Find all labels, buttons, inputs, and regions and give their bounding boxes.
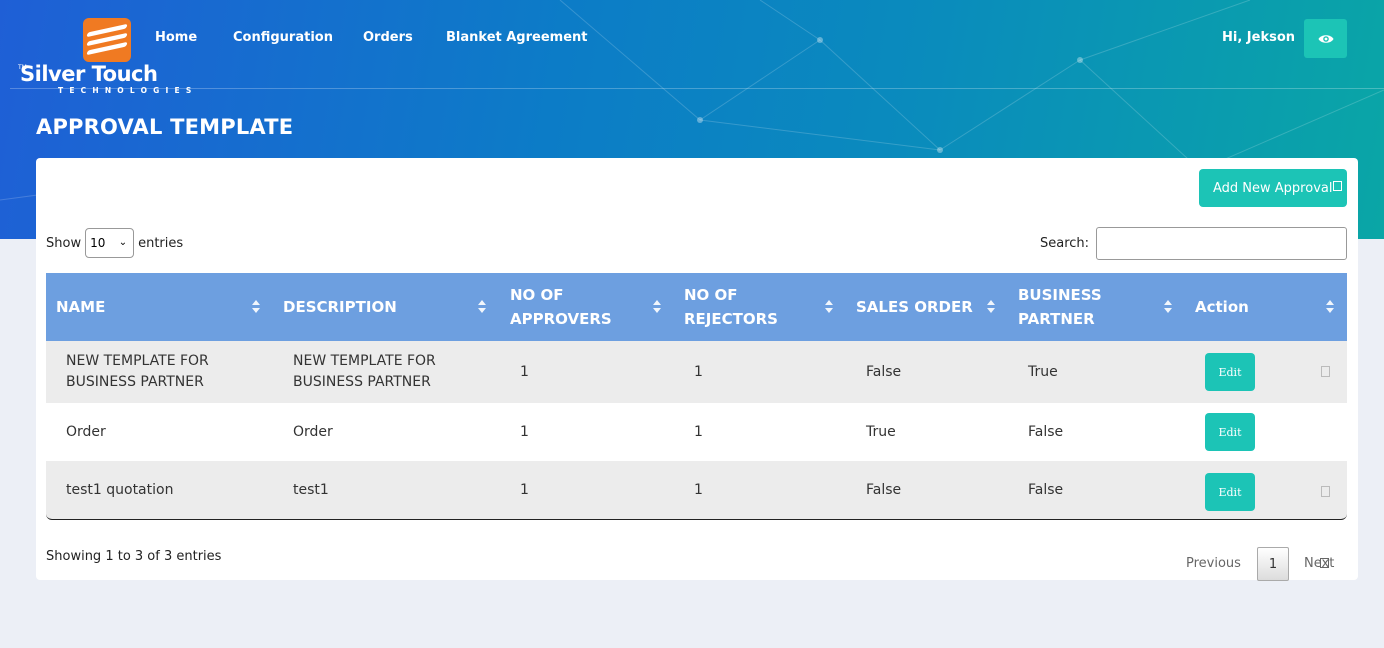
pagination-page-1[interactable]: 1 <box>1257 547 1289 581</box>
sort-icon[interactable] <box>653 300 661 314</box>
logo-subtext: TECHNOLOGIES <box>58 86 198 95</box>
cell-business-partner: True <box>1028 363 1058 380</box>
cell-name: Order <box>66 423 106 440</box>
chevron-down-icon: ⌄ <box>118 237 128 248</box>
approval-table: NAME DESCRIPTION NO OF APPROVERS NO OF R… <box>46 273 1347 520</box>
entries-length: Show 10 ⌄ entries <box>46 228 183 258</box>
search-label: Search: <box>1040 236 1090 251</box>
missing-glyph-icon <box>1321 486 1330 497</box>
eye-icon <box>1318 34 1333 43</box>
sort-icon[interactable] <box>1326 300 1334 314</box>
pagination-previous[interactable]: Previous <box>1186 556 1241 571</box>
col-no-of-rejectors[interactable]: NO OF REJECTORS <box>684 273 794 341</box>
col-business-partner[interactable]: BUSINESS PARTNER <box>1018 273 1128 341</box>
pagination-next[interactable]: Next <box>1304 556 1334 571</box>
sort-icon[interactable] <box>252 300 260 314</box>
edit-button[interactable]: Edit <box>1205 413 1255 451</box>
nav-configuration[interactable]: Configuration <box>233 30 333 45</box>
sort-icon[interactable] <box>1164 300 1172 314</box>
sort-icon[interactable] <box>478 300 486 314</box>
logo-mark-icon <box>83 18 131 62</box>
add-button-label: Add New Approval <box>1213 180 1333 196</box>
content-card: Add New Approval Show 10 ⌄ entries Searc… <box>36 158 1358 581</box>
edit-button[interactable]: Edit <box>1205 473 1255 511</box>
entries-select-value: 10 <box>90 236 106 250</box>
nav-home[interactable]: Home <box>155 30 197 45</box>
cell-sales-order: True <box>866 423 896 440</box>
cell-business-partner: False <box>1028 423 1064 440</box>
missing-glyph-icon <box>1333 181 1342 191</box>
page-title: APPROVAL TEMPLATE <box>36 115 294 139</box>
cell-rejectors: 1 <box>694 423 703 440</box>
entries-select[interactable]: 10 ⌄ <box>85 228 135 258</box>
col-sales-order[interactable]: SALES ORDER <box>856 273 986 341</box>
sort-icon[interactable] <box>825 300 833 314</box>
show-label: Show <box>46 235 82 251</box>
sort-icon[interactable] <box>987 300 995 314</box>
search-input[interactable] <box>1096 227 1347 260</box>
table-row: Order Order 1 1 True False Edit <box>46 403 1347 461</box>
view-toggle-button[interactable] <box>1304 19 1347 58</box>
missing-glyph-icon <box>1321 366 1330 377</box>
table-header: NAME DESCRIPTION NO OF APPROVERS NO OF R… <box>46 273 1347 341</box>
cell-approvers: 1 <box>520 363 529 380</box>
cell-sales-order: False <box>866 481 902 498</box>
add-new-approval-button[interactable]: Add New Approval <box>1199 169 1347 207</box>
cell-description: test1 <box>293 481 329 498</box>
table-row: NEW TEMPLATE FOR BUSINESS PARTNER NEW TE… <box>46 341 1347 403</box>
entries-label: entries <box>138 235 184 251</box>
cell-business-partner: False <box>1028 481 1064 498</box>
nav-orders[interactable]: Orders <box>363 30 413 45</box>
cell-approvers: 1 <box>520 481 529 498</box>
col-action[interactable]: Action <box>1195 273 1285 341</box>
table-row: test1 quotation test1 1 1 False False Ed… <box>46 461 1347 520</box>
cell-approvers: 1 <box>520 423 529 440</box>
cell-description: Order <box>293 423 333 440</box>
cell-rejectors: 1 <box>694 363 703 380</box>
table-info: Showing 1 to 3 of 3 entries <box>46 549 222 564</box>
cell-name: test1 quotation <box>66 481 174 498</box>
cell-rejectors: 1 <box>694 481 703 498</box>
col-name[interactable]: NAME <box>56 273 256 341</box>
header-divider <box>10 88 1384 89</box>
cell-sales-order: False <box>866 363 902 380</box>
col-description[interactable]: DESCRIPTION <box>283 273 473 341</box>
user-greeting: Hi, Jekson <box>1222 30 1296 45</box>
missing-glyph-icon <box>1320 558 1329 568</box>
cell-description: NEW TEMPLATE FOR BUSINESS PARTNER <box>293 353 436 390</box>
cell-name: NEW TEMPLATE FOR BUSINESS PARTNER <box>66 353 209 390</box>
col-no-of-approvers[interactable]: NO OF APPROVERS <box>510 273 620 341</box>
nav-blanket-agreement[interactable]: Blanket Agreement <box>446 30 588 45</box>
logo-text: Silver Touch <box>20 62 158 86</box>
edit-button[interactable]: Edit <box>1205 353 1255 391</box>
